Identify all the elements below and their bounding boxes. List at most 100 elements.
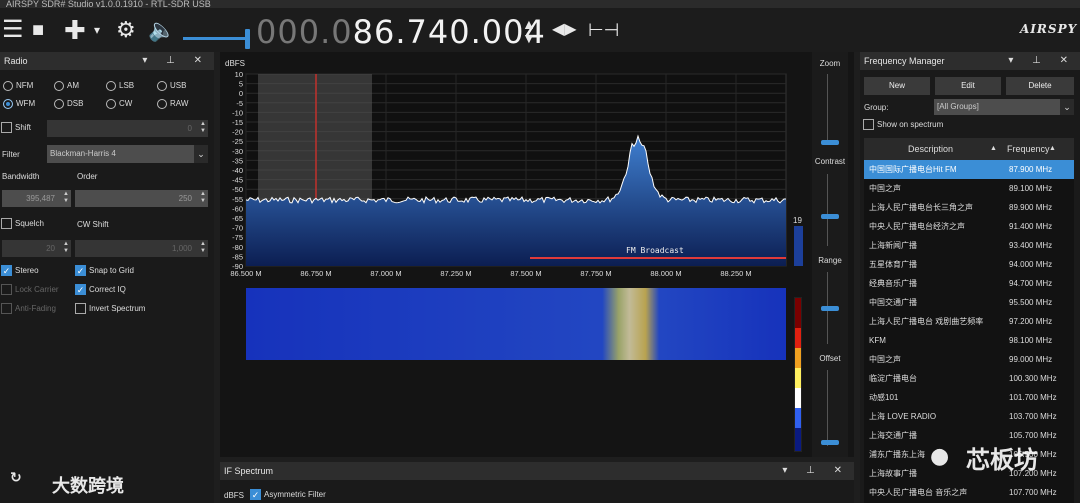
list-item[interactable]: 动感101 101.700 MHz — [864, 388, 1074, 407]
bandwidth-input[interactable]: 395,487 ▲ ▼ — [2, 190, 71, 207]
zoom-slider[interactable] — [827, 74, 833, 144]
list-item[interactable]: 中国之声 89.100 MHz — [864, 179, 1074, 198]
add-icon[interactable]: ✚ — [64, 8, 86, 52]
column-description[interactable]: Description — [908, 138, 953, 160]
edit-button[interactable]: Edit — [935, 77, 1001, 95]
list-item[interactable]: 上海新闻广播 93.400 MHz — [864, 236, 1074, 255]
delete-button[interactable]: Delete — [1006, 77, 1074, 95]
checkbox-icon[interactable] — [1, 218, 12, 230]
check-icon[interactable]: ✓ — [75, 265, 86, 277]
column-frequency[interactable]: Frequency — [1007, 138, 1050, 160]
spinner-arrows-icon[interactable]: ▲ ▼ — [200, 191, 206, 205]
checkbox-icon[interactable] — [1, 284, 12, 296]
zoom-label: Zoom — [819, 59, 841, 68]
squelch-input[interactable]: 20 ▲ ▼ — [2, 240, 71, 257]
cw-shift-input[interactable]: 1,000 ▲ ▼ — [75, 240, 208, 257]
stop-icon[interactable]: ■ — [32, 8, 44, 52]
radio-dot-icon[interactable] — [54, 98, 64, 109]
group-select[interactable]: [All Groups] ⌄ — [934, 99, 1074, 115]
spinner-arrows-icon[interactable]: ▲ ▼ — [63, 191, 69, 205]
sort-asc-icon[interactable]: ▲ — [990, 138, 997, 160]
spinner-arrows-icon[interactable]: ▲ ▼ — [63, 241, 69, 255]
contrast-slider-thumb[interactable] — [821, 214, 839, 219]
spinner-arrows-icon[interactable]: ▲ ▼ — [200, 241, 206, 255]
chevron-down-icon[interactable]: ⌄ — [1060, 99, 1074, 115]
mode-cw[interactable]: CW — [106, 98, 132, 109]
frequency-display[interactable]: 000.086.740.004 — [256, 12, 546, 52]
list-item[interactable]: 上海 LOVE RADIO 103.700 MHz — [864, 407, 1074, 426]
step-arrows-icon[interactable]: ◀▶ — [552, 8, 577, 52]
list-item[interactable]: 中央人民广播电台 音乐之声 107.700 MHz — [864, 483, 1074, 502]
list-item[interactable]: 中央人民广播电台经济之声 91.400 MHz — [864, 217, 1074, 236]
frequency-digits[interactable]: 86.740.004 — [353, 13, 546, 51]
check-icon[interactable]: ✓ — [1, 265, 12, 277]
checkbox-icon[interactable] — [1, 122, 12, 134]
lock-carrier-checkbox[interactable]: Lock Carrier — [1, 284, 59, 296]
list-item[interactable]: 五星体育广播 94.000 MHz — [864, 255, 1074, 274]
radio-dot-icon[interactable] — [106, 80, 116, 91]
list-item[interactable]: 中国国际广播电台Hit FM 87.900 MHz — [864, 160, 1074, 179]
snap-to-grid-checkbox[interactable]: ✓ Snap to Grid — [75, 265, 134, 277]
radio-dot-icon[interactable] — [3, 80, 13, 91]
list-item[interactable]: 中国交通广播 95.500 MHz — [864, 293, 1074, 312]
mode-nfm[interactable]: NFM — [3, 80, 33, 91]
checkbox-icon[interactable] — [1, 303, 12, 315]
mode-usb[interactable]: USB — [157, 80, 186, 91]
list-item[interactable]: 中国之声 99.000 MHz — [864, 350, 1074, 369]
radio-dot-icon[interactable] — [106, 98, 116, 109]
range-slider-thumb[interactable] — [821, 306, 839, 311]
mode-wfm[interactable]: WFM — [3, 98, 35, 109]
spectrum-canvas[interactable]: dBFS FM Broadcast 1050-5-10-15-20-25-30-… — [220, 52, 810, 457]
panel-controls-icon[interactable]: ▾ ⊥ ✕ — [782, 462, 850, 480]
spectrum-area[interactable]: dBFS FM Broadcast 10 5 0 -5 -10 -15 -20 -25 -30-… — [220, 52, 854, 457]
center-icon[interactable]: ⊢⊣ — [588, 8, 619, 52]
invert-spectrum-checkbox[interactable]: Invert Spectrum — [75, 303, 145, 315]
asymmetric-filter-checkbox[interactable]: ✓ Asymmetric Filter — [250, 489, 326, 501]
sort-icon[interactable]: ▲ — [1049, 138, 1056, 160]
new-button[interactable]: New — [864, 77, 930, 95]
spinner-arrows-icon[interactable]: ▲ ▼ — [200, 121, 206, 135]
mode-lsb[interactable]: LSB — [106, 80, 134, 91]
anti-fading-checkbox[interactable]: Anti-Fading — [1, 303, 56, 315]
frequency-dim-digits[interactable]: 000.0 — [256, 13, 353, 51]
panel-controls-icon[interactable]: ▾ ⊥ ✕ — [142, 52, 210, 70]
correct-iq-checkbox[interactable]: ✓ Correct IQ — [75, 284, 126, 296]
volume-slider[interactable] — [183, 37, 249, 40]
radio-dot-icon[interactable] — [54, 80, 64, 91]
offset-slider[interactable] — [827, 370, 833, 446]
list-item[interactable]: 经典音乐广播 94.700 MHz — [864, 274, 1074, 293]
checkbox-icon[interactable] — [863, 119, 874, 131]
chevron-down-icon[interactable]: ⌄ — [194, 145, 208, 163]
shift-input[interactable]: 0 ▲ ▼ — [47, 120, 208, 137]
tune-down-icon[interactable]: ▼ — [522, 30, 536, 46]
filter-select[interactable]: Blackman-Harris 4 ⌄ — [47, 145, 208, 163]
mode-dsb[interactable]: DSB — [54, 98, 83, 109]
checkbox-icon[interactable] — [75, 303, 86, 315]
chevron-down-icon[interactable]: ▾ — [94, 8, 100, 52]
volume-slider-thumb[interactable] — [245, 29, 250, 49]
offset-slider-thumb[interactable] — [821, 440, 839, 445]
list-item[interactable]: 临淀广播电台 100.300 MHz — [864, 369, 1074, 388]
list-item[interactable]: 上海人民广播电台 戏剧曲艺频率 97.200 MHz — [864, 312, 1074, 331]
radio-dot-icon[interactable] — [3, 98, 13, 109]
check-icon[interactable]: ✓ — [75, 284, 86, 296]
radio-dot-icon[interactable] — [157, 98, 167, 109]
contrast-slider[interactable] — [827, 174, 833, 246]
zoom-slider-thumb[interactable] — [821, 140, 839, 145]
panel-controls-icon[interactable]: ▾ ⊥ ✕ — [1008, 52, 1076, 70]
watermark-left: 大数跨境 — [52, 476, 124, 497]
stereo-checkbox[interactable]: ✓ Stereo — [1, 265, 39, 277]
gear-icon[interactable]: ⚙ — [116, 8, 136, 52]
mode-raw[interactable]: RAW — [157, 98, 188, 109]
order-input[interactable]: 250 ▲ ▼ — [75, 190, 208, 207]
check-icon[interactable]: ✓ — [250, 489, 261, 501]
shift-checkbox[interactable]: Shift — [1, 122, 31, 134]
radio-dot-icon[interactable] — [157, 80, 167, 91]
mode-am[interactable]: AM — [54, 80, 79, 91]
show-on-spectrum-checkbox[interactable]: Show on spectrum — [863, 119, 943, 131]
squelch-checkbox[interactable]: Squelch — [1, 218, 44, 230]
list-item[interactable]: KFM 98.100 MHz — [864, 331, 1074, 350]
menu-icon[interactable]: ☰ — [2, 8, 24, 52]
speaker-icon[interactable]: 🔈 — [148, 8, 175, 52]
list-item[interactable]: 上海人民广播电台长三角之声 89.900 MHz — [864, 198, 1074, 217]
